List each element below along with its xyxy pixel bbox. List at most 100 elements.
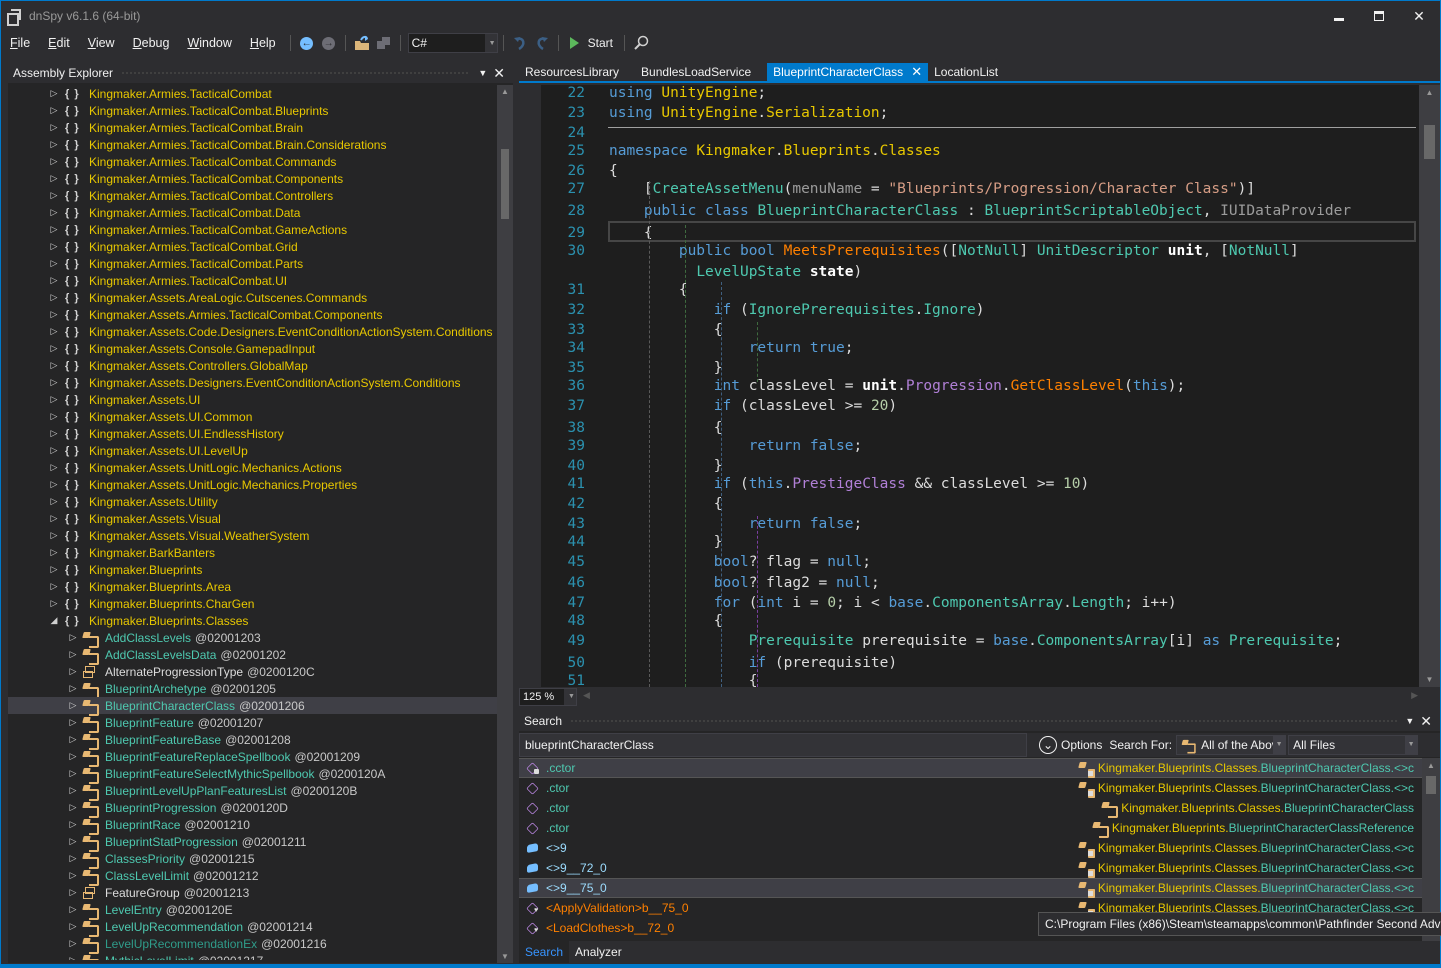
- search-input[interactable]: blueprintCharacterClass: [519, 733, 1027, 757]
- tree-namespace-row[interactable]: ▷ { } Kingmaker.Assets.UnitLogic.Mechanics…: [8, 459, 497, 476]
- tree-namespace-row[interactable]: ▷ { } Kingmaker.Armies.TacticalCombat.UI: [8, 272, 497, 289]
- expand-arrow-icon[interactable]: ▷: [49, 343, 59, 354]
- code-editor[interactable]: 22 using UnityEngine; 23 using UnityEngine.…: [519, 85, 1440, 687]
- expand-arrow-icon[interactable]: ▷: [68, 853, 78, 864]
- start-button[interactable]: Start: [564, 36, 619, 50]
- open-file-button[interactable]: [351, 32, 373, 54]
- tab-search[interactable]: Search: [519, 941, 570, 963]
- tree-namespace-row[interactable]: ▷ { } Kingmaker.Assets.Designers.EventCond…: [8, 374, 497, 391]
- scroll-down-icon[interactable]: ▼: [1419, 675, 1440, 684]
- tree-namespace-row[interactable]: ▷ { } Kingmaker.Armies.TacticalCombat.Brai…: [8, 119, 497, 136]
- tree-namespace-row[interactable]: ▷ { } Kingmaker.Assets.Utility: [8, 493, 497, 510]
- tree-namespace-row[interactable]: ▷ { } Kingmaker.Assets.UnitLogic.Mechanics…: [8, 476, 497, 493]
- scroll-thumb[interactable]: [501, 149, 509, 219]
- tree-namespace-row[interactable]: ▷ { } Kingmaker.Armies.TacticalCombat: [8, 85, 497, 102]
- tree-type-row[interactable]: ▷ AddClassLevels @02001203: [8, 629, 497, 648]
- expand-arrow-icon[interactable]: ▷: [49, 394, 59, 405]
- tree-namespace-row[interactable]: ▷ { } Kingmaker.Assets.UI: [8, 391, 497, 408]
- menu-window[interactable]: Window: [178, 36, 240, 50]
- expand-arrow-icon[interactable]: ▷: [49, 275, 59, 286]
- expand-arrow-icon[interactable]: ▷: [68, 768, 78, 779]
- expand-arrow-icon[interactable]: ▷: [49, 530, 59, 541]
- redo-button[interactable]: [531, 32, 553, 54]
- pane-close-icon[interactable]: ✕: [493, 65, 505, 82]
- expand-arrow-icon[interactable]: ▷: [49, 428, 59, 439]
- search-result-row[interactable]: <>9__72_0 Kingmaker.Blueprints.Classes. Bl…: [519, 858, 1422, 878]
- expand-arrow-icon[interactable]: ▷: [68, 751, 78, 762]
- tree-type-row[interactable]: ▷ BlueprintFeatureBase @02001208: [8, 731, 497, 750]
- expand-arrow-icon[interactable]: ▷: [49, 411, 59, 422]
- expand-arrow-icon[interactable]: ▷: [49, 360, 59, 371]
- scroll-left-icon[interactable]: ◀: [583, 690, 590, 701]
- search-for-select[interactable]: All of the Above ▼: [1176, 735, 1287, 755]
- expand-arrow-icon[interactable]: ▷: [49, 496, 59, 507]
- expand-arrow-icon[interactable]: ▷: [68, 938, 78, 949]
- tab-location-list[interactable]: LocationList: [928, 63, 1004, 81]
- tree-type-row[interactable]: ▷ FeatureGroup @02001213: [8, 884, 497, 901]
- expand-arrow-icon[interactable]: ▷: [68, 921, 78, 932]
- tree-namespace-row[interactable]: ▷ { } Kingmaker.Assets.Code.Designers.Even…: [8, 323, 497, 340]
- expand-arrow-icon[interactable]: ▷: [68, 802, 78, 813]
- expand-arrow-icon[interactable]: ▷: [49, 241, 59, 252]
- tree-namespace-row[interactable]: ▷ { } Kingmaker.Assets.Visual.WeatherSyste…: [8, 527, 497, 544]
- tree-namespace-row[interactable]: ▷ { } Kingmaker.BarkBanters: [8, 544, 497, 561]
- expand-arrow-icon[interactable]: ▷: [68, 632, 78, 643]
- tab-close-icon[interactable]: ✕: [911, 64, 922, 80]
- expand-arrow-icon[interactable]: ▷: [68, 904, 78, 915]
- expand-arrow-icon[interactable]: ▷: [49, 224, 59, 235]
- tree-namespace-row[interactable]: ▷ { } Kingmaker.Blueprints.Area: [8, 578, 497, 595]
- scroll-up-icon[interactable]: ▲: [497, 87, 513, 96]
- editor-hscrollbar[interactable]: ◀ ▶: [583, 690, 1418, 704]
- expand-arrow-icon[interactable]: ▷: [49, 105, 59, 116]
- pane-menu-icon[interactable]: ▼: [478, 68, 487, 78]
- scroll-up-icon[interactable]: ▲: [1419, 88, 1440, 97]
- tree-type-row[interactable]: ▷ BlueprintArchetype @02001205: [8, 680, 497, 699]
- save-all-button[interactable]: [373, 32, 395, 54]
- expand-arrow-icon[interactable]: ▷: [68, 717, 78, 728]
- tree-namespace-row[interactable]: ▷ { } Kingmaker.Assets.Console.GamepadInpu…: [8, 340, 497, 357]
- expand-arrow-icon[interactable]: ▷: [68, 700, 78, 711]
- expand-arrow-icon[interactable]: ▷: [49, 564, 59, 575]
- menu-help[interactable]: Help: [241, 36, 285, 50]
- tree-type-row[interactable]: ▷ BlueprintCharacterClass @02001206: [8, 697, 497, 716]
- expand-arrow-icon[interactable]: ▷: [49, 513, 59, 524]
- expand-arrow-icon[interactable]: ▷: [49, 122, 59, 133]
- tree-type-row[interactable]: ▷ MythicLevelLimit @02001217: [8, 952, 497, 960]
- search-result-row[interactable]: .ctor Kingmaker.Blueprints.Classes. Bluepr…: [519, 798, 1422, 818]
- tree-type-row[interactable]: ▷ BlueprintFeatureSelectMythicSpellbook @0…: [8, 765, 497, 784]
- expand-arrow-icon[interactable]: ▷: [49, 292, 59, 303]
- tree-type-row[interactable]: ▷ BlueprintFeature @02001207: [8, 714, 497, 733]
- tree-namespace-row[interactable]: ▷ { } Kingmaker.Armies.TacticalCombat.Game…: [8, 221, 497, 238]
- tree-type-row[interactable]: ▷ ClassesPriority @02001215: [8, 850, 497, 869]
- options-button[interactable]: ⌄ Options: [1035, 736, 1102, 754]
- expand-arrow-icon[interactable]: ▷: [68, 666, 78, 677]
- minimize-button[interactable]: [1322, 1, 1356, 31]
- expand-arrow-icon[interactable]: ▷: [49, 479, 59, 490]
- expand-arrow-icon[interactable]: ▷: [68, 819, 78, 830]
- search-result-row[interactable]: .ctor Kingmaker.Blueprints. BlueprintChara…: [519, 818, 1422, 838]
- collapse-arrow-icon[interactable]: ◢: [49, 615, 59, 626]
- tab-blueprint-character-class[interactable]: BlueprintCharacterClass ✕: [767, 63, 929, 81]
- maximize-button[interactable]: [1362, 1, 1396, 31]
- search-button[interactable]: [630, 32, 652, 54]
- pane-grip[interactable]: [121, 70, 471, 76]
- expand-arrow-icon[interactable]: ▷: [49, 581, 59, 592]
- tree-type-row[interactable]: ▷ BlueprintLevelUpPlanFeaturesList @020012…: [8, 782, 497, 801]
- tree-type-row[interactable]: ▷ BlueprintFeatureReplaceSpellbook @020012…: [8, 748, 497, 767]
- pane-grip[interactable]: [570, 718, 1398, 724]
- tree-namespace-row[interactable]: ▷ { } Kingmaker.Assets.Armies.TacticalComb…: [8, 306, 497, 323]
- search-result-row[interactable]: .cctor Kingmaker.Blueprints.Classes. Bluep…: [519, 758, 1422, 778]
- tree-type-row[interactable]: ▷ LevelUpRecommendation @02001214: [8, 918, 497, 937]
- scroll-thumb[interactable]: [1424, 125, 1435, 159]
- zoom-select[interactable]: 125 % ▼: [519, 688, 577, 706]
- expand-arrow-icon[interactable]: ▷: [49, 207, 59, 218]
- tree-namespace-row[interactable]: ▷ { } Kingmaker.Assets.UI.LevelUp: [8, 442, 497, 459]
- search-result-row[interactable]: .ctor Kingmaker.Blueprints.Classes. Bluepr…: [519, 778, 1422, 798]
- tree-namespace-row[interactable]: ▷ { } Kingmaker.Armies.TacticalCombat.Blue…: [8, 102, 497, 119]
- navigate-back-button[interactable]: ←: [296, 32, 318, 54]
- undo-button[interactable]: [509, 32, 531, 54]
- expand-arrow-icon[interactable]: ▷: [49, 547, 59, 558]
- tree-namespace-row[interactable]: ▷ { } Kingmaker.Blueprints.CharGen: [8, 595, 497, 612]
- scroll-up-icon[interactable]: ▲: [1422, 761, 1440, 770]
- expand-arrow-icon[interactable]: ▷: [49, 445, 59, 456]
